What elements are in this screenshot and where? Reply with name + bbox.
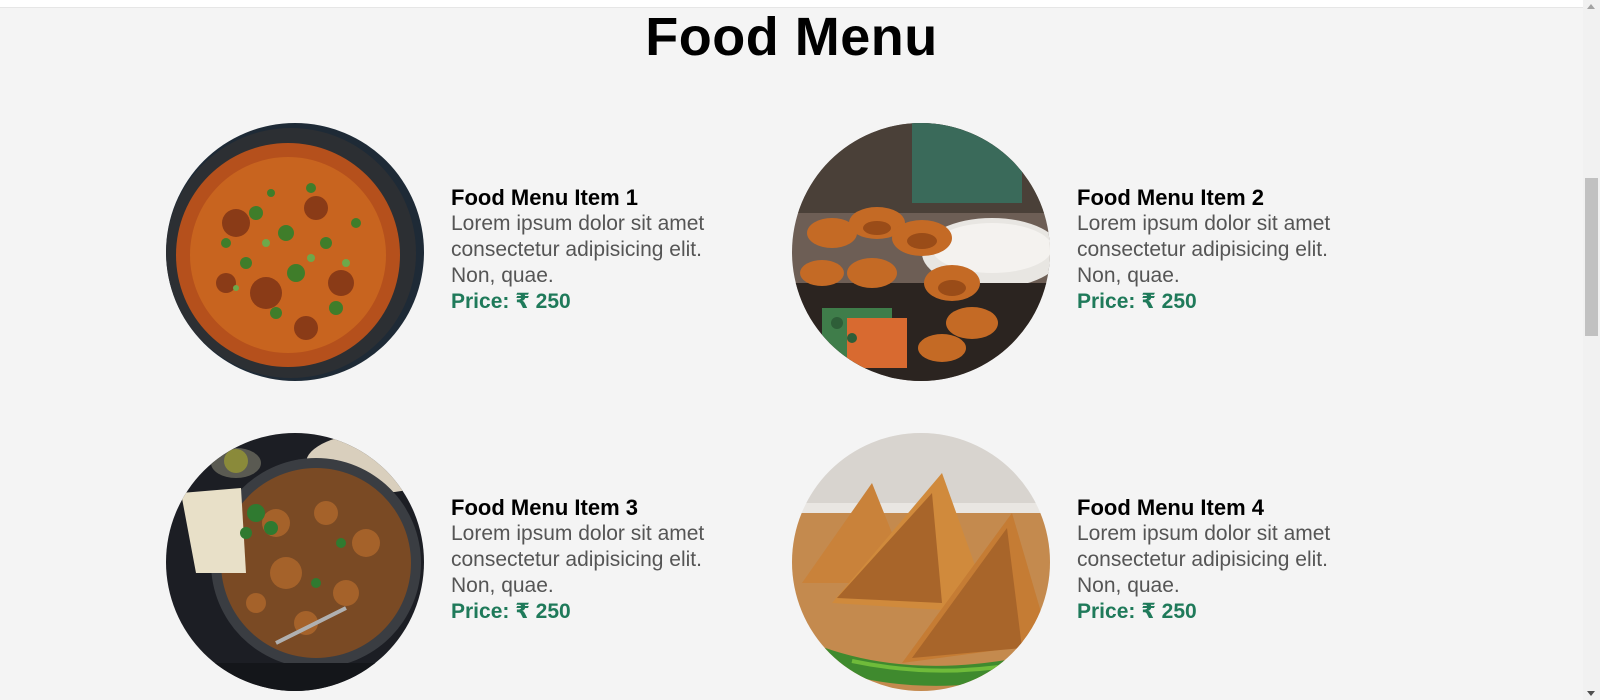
menu-item-1-image: [166, 123, 424, 381]
menu-item-3-price: Price: ₹ 250: [451, 600, 571, 623]
menu-item-4-image: [792, 433, 1050, 691]
menu-item-1-description: Lorem ipsum dolor sit amet consectetur a…: [451, 212, 705, 287]
menu-item-2-price: Price: ₹ 250: [1077, 290, 1197, 313]
food-menu-page: Food Menu Food Menu Item 1 Lorem ipsum d…: [0, 0, 1583, 700]
menu-item-2-name: Food Menu Item 2: [1077, 185, 1264, 210]
vertical-scrollbar[interactable]: [1583, 0, 1600, 700]
menu-item-1-text: Food Menu Item 1 Lorem ipsum dolor sit a…: [451, 185, 751, 315]
menu-item-4-price: Price: ₹ 250: [1077, 600, 1197, 623]
menu-item-1-price: Price: ₹ 250: [451, 290, 571, 313]
menu-item-2[interactable]: Food Menu Item 2 Lorem ipsum dolor sit a…: [792, 123, 1352, 383]
menu-item-4-text: Food Menu Item 4 Lorem ipsum dolor sit a…: [1077, 495, 1377, 625]
menu-item-3-text: Food Menu Item 3 Lorem ipsum dolor sit a…: [451, 495, 751, 625]
menu-item-4[interactable]: Food Menu Item 4 Lorem ipsum dolor sit a…: [792, 433, 1352, 693]
menu-item-4-description: Lorem ipsum dolor sit amet consectetur a…: [1077, 522, 1331, 597]
menu-item-2-image: [792, 123, 1050, 381]
menu-item-1-name: Food Menu Item 1: [451, 185, 638, 210]
scroll-down-arrow-icon[interactable]: [1587, 691, 1595, 696]
menu-item-2-text: Food Menu Item 2 Lorem ipsum dolor sit a…: [1077, 185, 1377, 315]
menu-item-4-name: Food Menu Item 4: [1077, 495, 1264, 520]
menu-item-1[interactable]: Food Menu Item 1 Lorem ipsum dolor sit a…: [166, 123, 726, 383]
menu-item-2-description: Lorem ipsum dolor sit amet consectetur a…: [1077, 212, 1331, 287]
menu-item-3-name: Food Menu Item 3: [451, 495, 638, 520]
scroll-up-arrow-icon[interactable]: [1587, 4, 1595, 9]
menu-item-3-description: Lorem ipsum dolor sit amet consectetur a…: [451, 522, 705, 597]
menu-item-3-image: [166, 433, 424, 691]
menu-item-3[interactable]: Food Menu Item 3 Lorem ipsum dolor sit a…: [166, 433, 726, 693]
scrollbar-thumb[interactable]: [1585, 178, 1598, 336]
page-title: Food Menu: [645, 7, 938, 67]
